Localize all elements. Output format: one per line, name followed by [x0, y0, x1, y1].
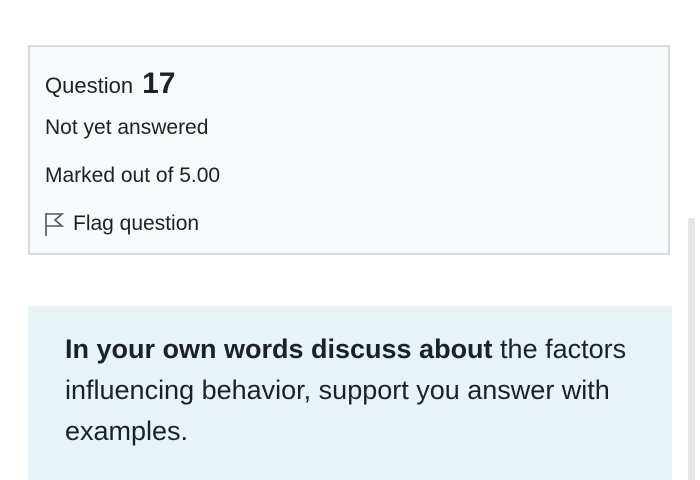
question-state: Not yet answered — [45, 116, 209, 139]
scrollbar-track[interactable] — [688, 218, 695, 480]
question-info-panel: Question 17 Not yet answered Marked out … — [28, 45, 670, 255]
quiz-page: Question 17 Not yet answered Marked out … — [0, 0, 700, 480]
flag-outline-icon — [45, 213, 65, 236]
question-number-prefix: Question — [45, 73, 134, 98]
flag-question-button[interactable]: Flag question — [43, 211, 199, 237]
question-content-panel: In your own words discuss about the fact… — [28, 306, 672, 480]
question-grade: Marked out of 5.00 — [45, 164, 221, 187]
question-text: In your own words discuss about the fact… — [65, 329, 655, 452]
flag-question-label: Flag question — [73, 212, 200, 235]
question-number-value: 17 — [142, 67, 176, 100]
question-text-bold: In your own words discuss about — [65, 334, 493, 364]
question-number: Question 17 — [45, 67, 175, 101]
